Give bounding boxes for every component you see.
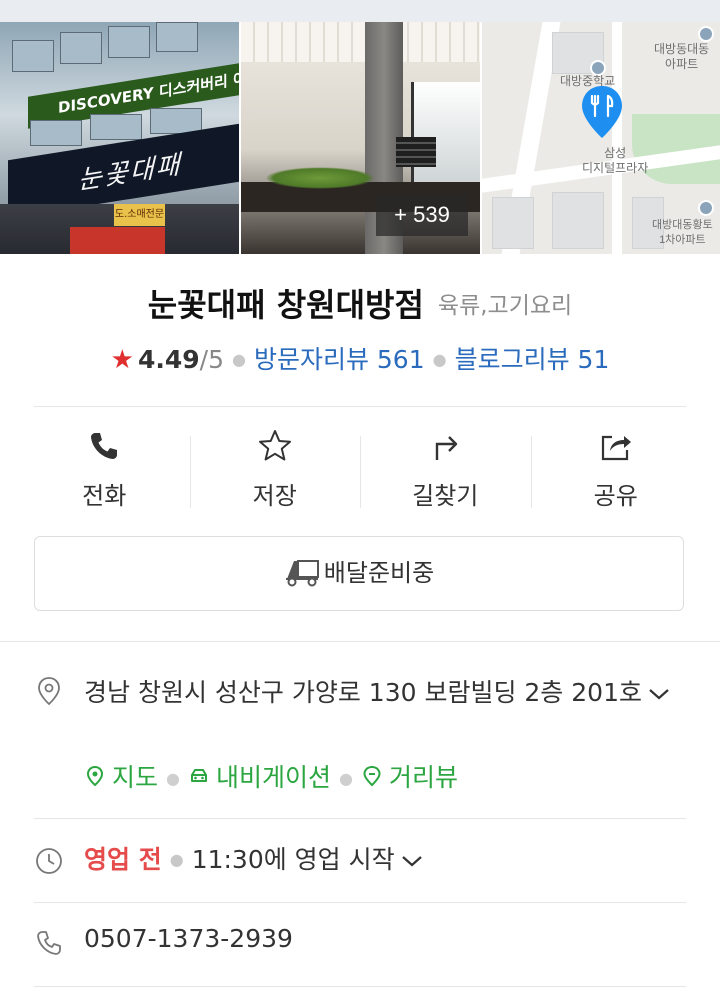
- more-photos-count[interactable]: + 539: [376, 194, 468, 236]
- map-thumbnail[interactable]: 대방중학교 대방동대동 아파트 삼성 디지털프라자 대방대동황토 1차아파트: [482, 22, 720, 254]
- save-button[interactable]: 저장: [189, 408, 361, 518]
- map-pin-icon: [582, 86, 622, 138]
- address-text[interactable]: 경남 창원시 성산구 가양로 130 보람빌딩 2층 201호: [84, 672, 684, 714]
- share-button[interactable]: 공유: [530, 408, 702, 518]
- directions-label: 길찾기: [412, 482, 479, 510]
- directions-icon: [436, 436, 458, 460]
- car-icon: [190, 769, 207, 782]
- exterior-photo[interactable]: DISCOVERY 디스커버리 어학원 눈꽃대패 도.소매전문: [0, 22, 239, 254]
- divider: [34, 986, 686, 987]
- hours-detail: 11:30에 영업 시작: [191, 845, 395, 874]
- call-button[interactable]: 전화: [19, 408, 190, 518]
- blog-reviews-link[interactable]: 블로그리뷰 51: [455, 345, 610, 374]
- share-label: 공유: [593, 482, 638, 510]
- save-label: 저장: [252, 482, 297, 510]
- address-links-row: 지도 ● 내비게이션 ● 거리뷰: [84, 758, 458, 794]
- navigation-link[interactable]: 내비게이션: [188, 758, 331, 794]
- street-view-link-label: 거리뷰: [388, 763, 458, 792]
- share-icon: [601, 435, 631, 461]
- rating-score: 4.49: [137, 345, 200, 374]
- divider: [34, 818, 686, 819]
- small-sign: 도.소매전문: [114, 204, 165, 226]
- section-divider: [0, 641, 720, 642]
- apartment-poi-icon: [698, 26, 714, 42]
- directions-button[interactable]: 길찾기: [360, 408, 531, 518]
- business-hours[interactable]: 영업 전 ● 11:30에 영업 시작: [84, 840, 423, 876]
- map-link[interactable]: 지도: [84, 758, 158, 794]
- phone-number[interactable]: 0507-1373-2939: [84, 924, 293, 953]
- interior-photo[interactable]: + 539: [241, 22, 480, 254]
- place-category: 육류,고기요리: [437, 293, 573, 319]
- map-label-plaza: 삼성 디지털프라자: [582, 146, 649, 175]
- hours-status: 영업 전: [84, 845, 162, 874]
- location-pin-icon: [38, 677, 60, 706]
- map-pin-small-icon: [86, 765, 104, 787]
- address-value: 경남 창원시 성산구 가양로 130 보람빌딩 2층 201호: [84, 678, 642, 707]
- rating-row: ★ 4.49/5 ● 방문자리뷰 561 ● 블로그리뷰 51: [110, 345, 610, 375]
- top-status-strip: [0, 0, 720, 22]
- street-view-icon: [363, 765, 381, 787]
- call-label: 전화: [82, 482, 127, 510]
- rating-max: /5: [199, 345, 224, 374]
- divider: [34, 902, 686, 903]
- street-view-link[interactable]: 거리뷰: [361, 758, 458, 794]
- visitor-reviews-link[interactable]: 방문자리뷰 561: [254, 345, 425, 374]
- delivery-button[interactable]: 배달준비중: [34, 536, 684, 611]
- map-link-label: 지도: [112, 763, 159, 792]
- map-label-apartment2: 대방대동황토 1차아파트: [652, 219, 713, 246]
- place-name: 눈꽃대패 창원대방점: [147, 286, 424, 324]
- divider: [34, 406, 686, 407]
- rating-star-icon: ★: [110, 345, 134, 375]
- map-label-apartment: 대방동대동 아파트: [654, 42, 710, 71]
- clock-icon: [36, 848, 62, 874]
- phone-icon: [91, 433, 118, 459]
- navigation-link-label: 내비게이션: [215, 763, 331, 792]
- delivery-label: 배달준비중: [323, 559, 435, 587]
- photo-strip: DISCOVERY 디스커버리 어학원 눈꽃대패 도.소매전문 + 539 대방…: [0, 22, 720, 254]
- chevron-down-icon[interactable]: [401, 854, 423, 868]
- star-outline-icon: [258, 430, 291, 461]
- place-title-row: 눈꽃대패 창원대방점 육류,고기요리: [0, 280, 720, 326]
- chevron-down-icon[interactable]: [648, 687, 670, 701]
- delivery-truck-icon: [285, 560, 319, 587]
- apartment2-poi-icon: [698, 200, 714, 216]
- action-bar: 전화 저장 길찾기 공유: [19, 408, 701, 518]
- phone-outline-icon: [37, 931, 61, 955]
